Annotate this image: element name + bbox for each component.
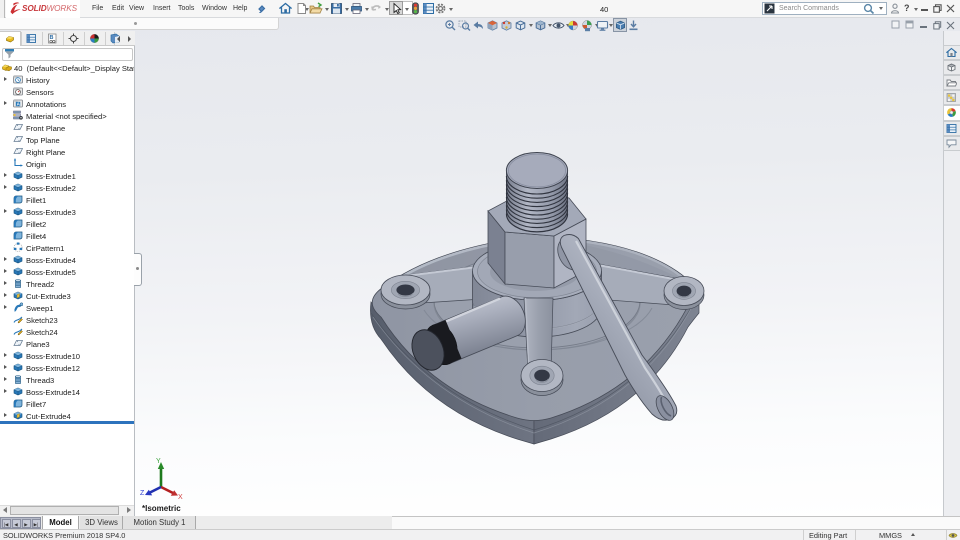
svg-text:Z: Z [140, 490, 145, 497]
svg-text:X: X [178, 494, 183, 500]
